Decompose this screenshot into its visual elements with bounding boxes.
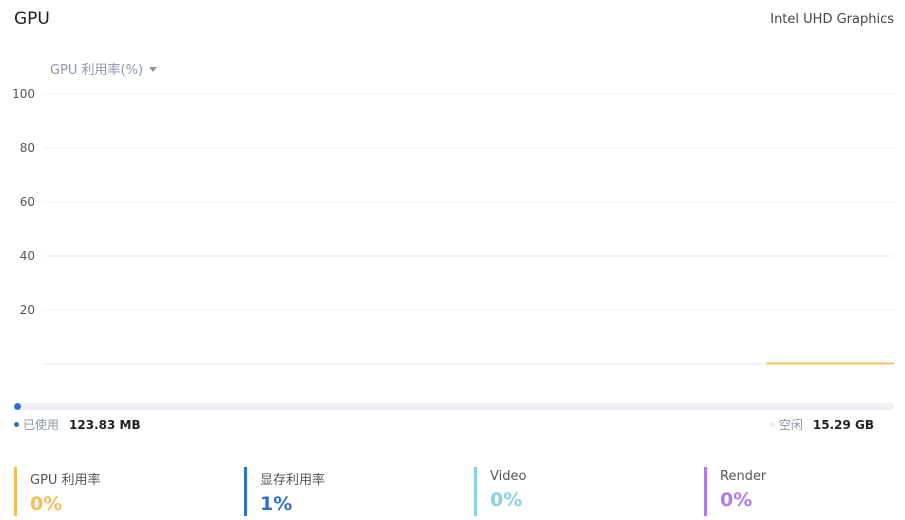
memory-free-value: 15.29 GB [812, 417, 874, 432]
y-tick-label: 60 [20, 195, 35, 209]
stat-label: Video [490, 469, 527, 484]
memory-usage-bar-fill [14, 403, 22, 410]
memory-used-value: 123.83 MB [69, 417, 141, 432]
y-tick-label: 20 [20, 303, 35, 317]
memory-usage-bar [14, 403, 894, 410]
stat-value: 0% [30, 493, 63, 515]
memory-free-legend: 空闲 15.29 GB [769, 416, 874, 433]
metric-select-dropdown[interactable]: GPU 利用率(%) [50, 59, 158, 78]
caret-down-icon [149, 67, 158, 72]
stat-gpu-utilization: GPU 利用率 0% [14, 467, 101, 516]
metric-select-label: GPU 利用率(%) [50, 63, 144, 78]
stat-video: Video 0% [474, 467, 526, 516]
memory-used-legend: 已使用 123.83 MB [14, 416, 141, 433]
stat-render: Render 0% [704, 467, 766, 516]
y-tick-label: 80 [20, 141, 35, 155]
page-title: GPU [14, 9, 50, 29]
stat-value: 0% [490, 489, 523, 511]
stat-value: 0% [720, 489, 753, 511]
stat-value: 1% [260, 493, 293, 515]
used-dot-icon [14, 422, 19, 427]
memory-used-label: 已使用 [23, 418, 60, 432]
gpu-utilization-chart: 20 40 60 80 100 [12, 87, 894, 365]
y-tick-label: 100 [12, 87, 35, 101]
stat-label: Render [720, 469, 767, 484]
stat-label: GPU 利用率 [30, 473, 101, 488]
gpu-device-name: Intel UHD Graphics [770, 12, 894, 27]
memory-free-label: 空闲 [778, 418, 803, 432]
stat-memory-utilization: 显存利用率 1% [244, 467, 325, 516]
free-dot-icon [769, 422, 775, 427]
y-tick-label: 40 [20, 249, 35, 263]
stat-label: 显存利用率 [260, 473, 326, 488]
